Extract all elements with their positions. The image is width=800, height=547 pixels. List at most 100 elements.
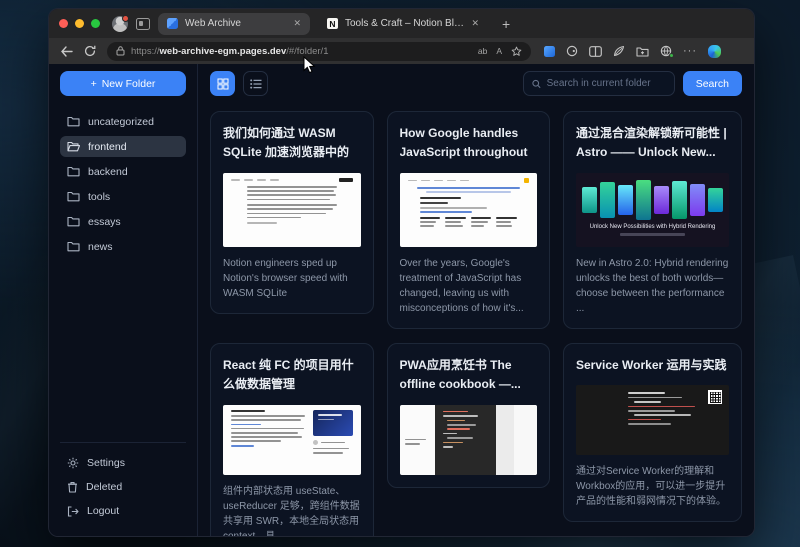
sidebar-item-essays[interactable]: essays (60, 211, 186, 232)
folder-icon (67, 241, 80, 252)
thumb-table (420, 217, 517, 230)
window-controls (59, 19, 100, 28)
url-domain: web-archive-egm.pages.dev (160, 46, 287, 57)
trash-icon (67, 481, 78, 493)
address-bar[interactable]: https://web-archive-egm.pages.dev/#/fold… (107, 42, 531, 61)
thumb-caption: Unlock New Possibilities with Hybrid Ren… (582, 224, 723, 232)
folder-icon (67, 116, 80, 127)
thumb-text-lines (231, 410, 307, 470)
thumb-app-tiles (582, 179, 723, 221)
card-description: Over the years, Google's treatment of Ja… (400, 256, 538, 316)
grid-view-icon (217, 78, 229, 90)
card-title: PWA应用烹饪书 The offline cookbook —... (400, 356, 538, 395)
folder-icon (67, 166, 80, 177)
thumb-left-panel (400, 405, 436, 475)
search-input[interactable] (547, 78, 666, 89)
card-title: How Google handles JavaScript throughout… (400, 124, 538, 163)
search-box[interactable] (523, 71, 675, 96)
card-thumbnail (223, 405, 361, 475)
card-astro-hybrid[interactable]: 通过混合渲染解锁新可能性 | Astro —— Unlock New... (563, 111, 742, 329)
profile-avatar[interactable] (112, 16, 128, 32)
new-folder-label: New Folder (102, 78, 156, 90)
search-button[interactable]: Search (683, 71, 742, 96)
translate-icon[interactable]: ab (478, 46, 487, 56)
card-title: Service Worker 运用与实践 (576, 356, 729, 375)
close-tab-icon[interactable]: ✕ (293, 18, 301, 29)
copilot-icon[interactable] (708, 45, 721, 58)
close-window-button[interactable] (59, 19, 68, 28)
search-icon (532, 79, 541, 89)
card-thumbnail (400, 173, 538, 247)
content-toolbar: Search (210, 71, 742, 96)
close-tab-icon[interactable]: ✕ (471, 18, 479, 29)
new-tab-button[interactable]: + (502, 16, 510, 32)
card-pwa-cookbook[interactable]: PWA应用烹饪书 The offline cookbook —... (387, 343, 551, 488)
sidebar-item-deleted[interactable]: Deleted (60, 476, 186, 498)
workspaces-icon[interactable] (544, 46, 555, 57)
card-grid: 我们如何通过 WASM SQLite 加速浏览器中的 Notion ——... … (210, 111, 742, 536)
collections-icon[interactable] (636, 46, 649, 57)
favorite-star-icon[interactable] (511, 46, 522, 57)
font-size-icon[interactable]: A (496, 46, 502, 56)
favorites-bar-icon[interactable] (613, 45, 625, 57)
folder-label: tools (88, 191, 110, 203)
browser-tab-bar: Web Archive ✕ N Tools & Craft – Notion B… (49, 9, 754, 38)
gear-icon (67, 457, 79, 469)
sidebar-item-frontend[interactable]: frontend (60, 136, 186, 157)
footer-label: Logout (87, 505, 119, 517)
card-service-worker[interactable]: Service Worker 运用与实践 通过对Service Worker的理… (563, 343, 742, 522)
tab-notion-blog[interactable]: N Tools & Craft – Notion Blog ✕ (318, 13, 488, 35)
tab-title: Web Archive (185, 18, 286, 29)
card-thumbnail (576, 385, 729, 455)
card-thumbnail (400, 405, 538, 475)
sidebar-item-news[interactable]: news (60, 236, 186, 257)
browser-essentials-icon[interactable] (660, 45, 672, 57)
card-title: 通过混合渲染解锁新可能性 | Astro —— Unlock New... (576, 124, 729, 163)
split-screen-icon[interactable] (589, 46, 602, 57)
browser-window: Web Archive ✕ N Tools & Craft – Notion B… (48, 8, 755, 537)
address-bar-tools: ab A (478, 46, 522, 57)
extension-icon[interactable] (566, 45, 578, 57)
sidebar-item-uncategorized[interactable]: uncategorized (60, 111, 186, 132)
thumb-nav (231, 178, 353, 182)
tab-actions-icon[interactable] (136, 18, 150, 30)
reload-icon[interactable] (84, 45, 96, 57)
main-content: Search 我们如何通过 WASM SQLite 加速浏览器中的 Notion… (198, 64, 754, 536)
tab-web-archive[interactable]: Web Archive ✕ (158, 13, 310, 35)
plus-icon: + (91, 78, 97, 90)
card-wasm-sqlite[interactable]: 我们如何通过 WASM SQLite 加速浏览器中的 Notion ——... … (210, 111, 374, 314)
folder-label: frontend (88, 141, 127, 153)
minimize-window-button[interactable] (75, 19, 84, 28)
logout-icon (67, 506, 79, 517)
folder-icon (67, 216, 80, 227)
back-icon[interactable] (60, 46, 73, 57)
thumb-side-column (313, 410, 353, 470)
list-view-icon (250, 79, 262, 89)
sidebar: + New Folder uncategorized frontend back… (49, 64, 198, 536)
footer-label: Settings (87, 457, 125, 469)
folder-label: backend (88, 166, 128, 178)
more-menu-icon[interactable]: ··· (683, 45, 697, 57)
thumb-banner (313, 410, 353, 436)
sidebar-item-tools[interactable]: tools (60, 186, 186, 207)
card-description: 组件内部状态用 useState、useReducer 足够，跨组件数据共享用 … (223, 484, 361, 536)
card-description: New in Astro 2.0: Hybrid rendering unloc… (576, 256, 729, 316)
card-react-fc[interactable]: React 纯 FC 的项目用什么做数据管理 (210, 343, 374, 536)
list-view-button[interactable] (243, 71, 268, 96)
card-title: 我们如何通过 WASM SQLite 加速浏览器中的 Notion ——... (223, 124, 361, 163)
web-archive-favicon (167, 18, 178, 29)
sidebar-item-logout[interactable]: Logout (60, 500, 186, 522)
thumb-subcaption (620, 233, 685, 236)
new-folder-button[interactable]: + New Folder (60, 71, 186, 96)
sidebar-item-settings[interactable]: Settings (60, 452, 186, 474)
grid-view-button[interactable] (210, 71, 235, 96)
web-archive-app: + New Folder uncategorized frontend back… (49, 64, 754, 536)
sidebar-item-backend[interactable]: backend (60, 161, 186, 182)
url-text: https://web-archive-egm.pages.dev/#/fold… (131, 46, 328, 57)
status-dot (669, 53, 674, 58)
notion-favicon: N (327, 18, 338, 29)
card-google-javascript[interactable]: How Google handles JavaScript throughout… (387, 111, 551, 329)
toolbar-extensions: ··· (544, 45, 721, 58)
folder-label: news (88, 241, 113, 253)
maximize-window-button[interactable] (91, 19, 100, 28)
